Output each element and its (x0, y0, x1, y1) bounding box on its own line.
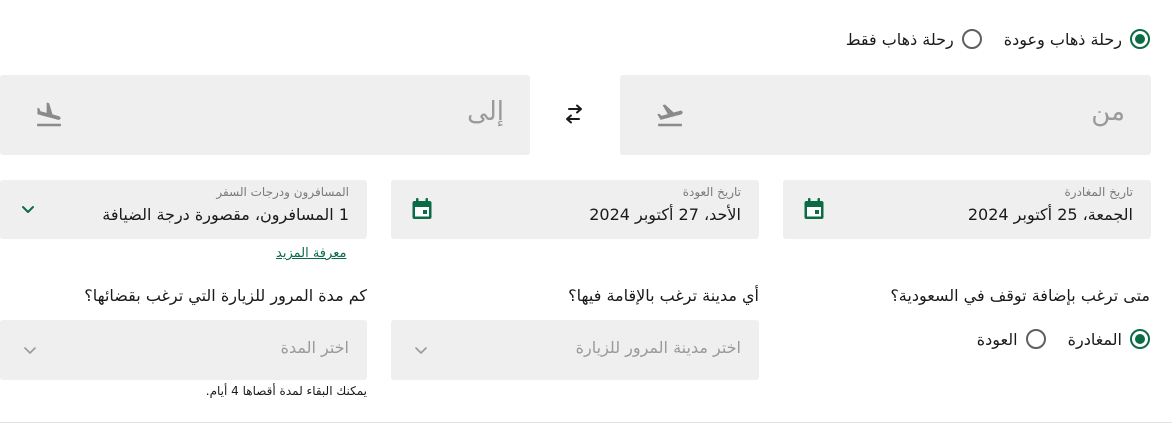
stopover-duration-question: كم مدة المرور للزيارة التي ترغب بقضائها؟ (84, 286, 367, 305)
chevron-down-icon (24, 347, 36, 354)
trip-type-group: رحلة ذهاب وعودة رحلة ذهاب فقط (846, 26, 1150, 52)
stopover-when-group: المغادرة العودة (977, 327, 1150, 351)
trip-type-roundtrip[interactable]: رحلة ذهاب وعودة (1004, 29, 1150, 49)
return-date-value: الأحد، 27 أكتوبر 2024 (589, 205, 741, 224)
section-divider (0, 422, 1172, 423)
stopover-duration-select[interactable]: اختر المدة (0, 320, 367, 380)
learn-more-link[interactable]: معرفة المزيد (276, 246, 346, 261)
stopover-departure-label: المغادرة (1067, 329, 1122, 349)
radio-unselected-icon[interactable] (961, 29, 982, 49)
departure-date-value: الجمعة، 25 أكتوبر 2024 (967, 205, 1133, 224)
departure-date-label: تاريخ المغادرة (1064, 185, 1134, 199)
stopover-duration-placeholder: اختر المدة (280, 338, 349, 357)
radio-selected-icon[interactable] (1130, 29, 1150, 49)
radio-unselected-icon[interactable] (1025, 329, 1046, 349)
chevron-down-icon (415, 347, 427, 354)
return-date-field[interactable]: تاريخ العودة الأحد، 27 أكتوبر 2024 (391, 180, 759, 239)
stopover-return-label: العودة (976, 329, 1018, 349)
radio-selected-icon[interactable] (1130, 329, 1150, 349)
trip-type-oneway[interactable]: رحلة ذهاب فقط (846, 29, 982, 49)
passengers-class-field[interactable]: المسافرون ودرجات السفر 1 المسافرون، مقصو… (0, 180, 367, 239)
stopover-when-return[interactable]: العودة (977, 329, 1046, 349)
passengers-class-value: 1 المسافرون، مقصورة درجة الضيافة (102, 205, 349, 224)
swap-arrows-icon[interactable] (560, 103, 588, 127)
stopover-city-placeholder: اختر مدينة المرور للزيارة (575, 338, 741, 357)
stopover-duration-hint: يمكنك البقاء لمدة أقصاها 4 أيام. (205, 384, 367, 398)
plane-takeoff-icon (657, 104, 683, 127)
calendar-icon (412, 198, 432, 219)
passengers-class-label: المسافرون ودرجات السفر (216, 185, 349, 199)
chevron-down-icon (22, 206, 34, 213)
calendar-icon (804, 198, 824, 219)
destination-placeholder: إلى (467, 97, 504, 127)
stopover-when-departure[interactable]: المغادرة (1068, 329, 1150, 349)
trip-type-roundtrip-label: رحلة ذهاب وعودة (1003, 29, 1122, 49)
stopover-city-question: أي مدينة ترغب بالإقامة فيها؟ (568, 286, 759, 305)
origin-field[interactable]: من (620, 75, 1151, 155)
plane-landing-icon (37, 102, 61, 127)
stopover-when-question: متى ترغب بإضافة توقف في السعودية؟ (890, 286, 1150, 305)
return-date-label: تاريخ العودة (682, 185, 741, 199)
trip-type-oneway-label: رحلة ذهاب فقط (845, 29, 954, 49)
departure-date-field[interactable]: تاريخ المغادرة الجمعة، 25 أكتوبر 2024 (783, 180, 1151, 239)
origin-placeholder: من (1091, 97, 1125, 127)
destination-field[interactable]: إلى (0, 75, 530, 155)
stopover-city-select[interactable]: اختر مدينة المرور للزيارة (391, 320, 759, 380)
